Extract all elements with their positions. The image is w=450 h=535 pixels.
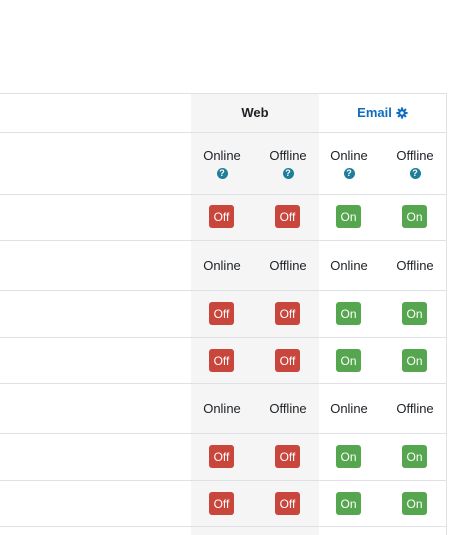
question-circle-icon[interactable]: ?: [216, 168, 228, 179]
online-label: Online: [203, 400, 241, 416]
email-online-toggle[interactable]: On: [336, 302, 361, 325]
web-offline-toggle[interactable]: Off: [275, 349, 300, 372]
question-circle-icon[interactable]: ?: [409, 168, 421, 179]
web-offline-toggle[interactable]: Off: [275, 445, 300, 468]
offline-label: Offline: [396, 257, 434, 273]
subheader-web-online: Online: [191, 384, 253, 433]
row-divider: [0, 290, 446, 291]
web-header-label: Web: [241, 105, 269, 120]
question-circle-icon[interactable]: ?: [282, 168, 294, 179]
web-online-toggle[interactable]: Off: [209, 492, 234, 515]
web-online-toggle[interactable]: Off: [209, 445, 234, 468]
subheader-email-offline: Offline: [384, 241, 446, 290]
email-online-toggle[interactable]: On: [336, 492, 361, 515]
offline-label: Offline: [396, 148, 434, 163]
question-circle-icon[interactable]: ?: [343, 168, 355, 179]
row-divider: [0, 337, 446, 338]
email-offline-toggle[interactable]: On: [402, 445, 427, 468]
email-header-label: Email: [357, 105, 392, 120]
row-divider: [0, 433, 446, 434]
web-offline-toggle[interactable]: Off: [275, 492, 300, 515]
online-label: Online: [203, 148, 241, 163]
web-header: Web: [191, 93, 319, 132]
row-divider: [0, 194, 446, 195]
web-online-toggle[interactable]: Off: [209, 302, 234, 325]
table-right-border: [446, 93, 447, 535]
subheader-email-online: Online: [319, 384, 379, 433]
offline-label: Offline: [396, 400, 434, 416]
row-divider: [0, 526, 446, 527]
offline-label: Offline: [269, 257, 307, 273]
subheader-web-offline: Offline ?: [257, 133, 319, 194]
email-offline-toggle[interactable]: On: [402, 349, 427, 372]
online-label: Online: [203, 257, 241, 273]
email-header: Email: [319, 93, 446, 132]
subheader-email-offline: Offline ?: [384, 133, 446, 194]
subheader-email-online: Online ?: [319, 133, 379, 194]
subheader-email-online: Online: [319, 241, 379, 290]
subheader-web-online: Online ?: [191, 133, 253, 194]
email-offline-toggle[interactable]: On: [402, 492, 427, 515]
web-offline-toggle[interactable]: Off: [275, 302, 300, 325]
online-label: Online: [330, 148, 368, 163]
online-label: Online: [330, 257, 368, 273]
email-online-toggle[interactable]: On: [336, 349, 361, 372]
email-header-link[interactable]: Email: [357, 105, 408, 120]
email-offline-toggle[interactable]: On: [402, 205, 427, 228]
web-offline-toggle[interactable]: Off: [275, 205, 300, 228]
online-label: Online: [330, 400, 368, 416]
web-online-toggle[interactable]: Off: [209, 349, 234, 372]
row-divider: [0, 480, 446, 481]
web-online-toggle[interactable]: Off: [209, 205, 234, 228]
subheader-web-offline: Offline: [257, 241, 319, 290]
gear-icon[interactable]: [396, 106, 408, 119]
email-offline-toggle[interactable]: On: [402, 302, 427, 325]
subheader-email-offline: Offline: [384, 384, 446, 433]
offline-label: Offline: [269, 148, 307, 163]
offline-label: Offline: [269, 400, 307, 416]
subheader-web-offline: Offline: [257, 384, 319, 433]
subheader-web-online: Online: [191, 241, 253, 290]
email-online-toggle[interactable]: On: [336, 205, 361, 228]
email-online-toggle[interactable]: On: [336, 445, 361, 468]
